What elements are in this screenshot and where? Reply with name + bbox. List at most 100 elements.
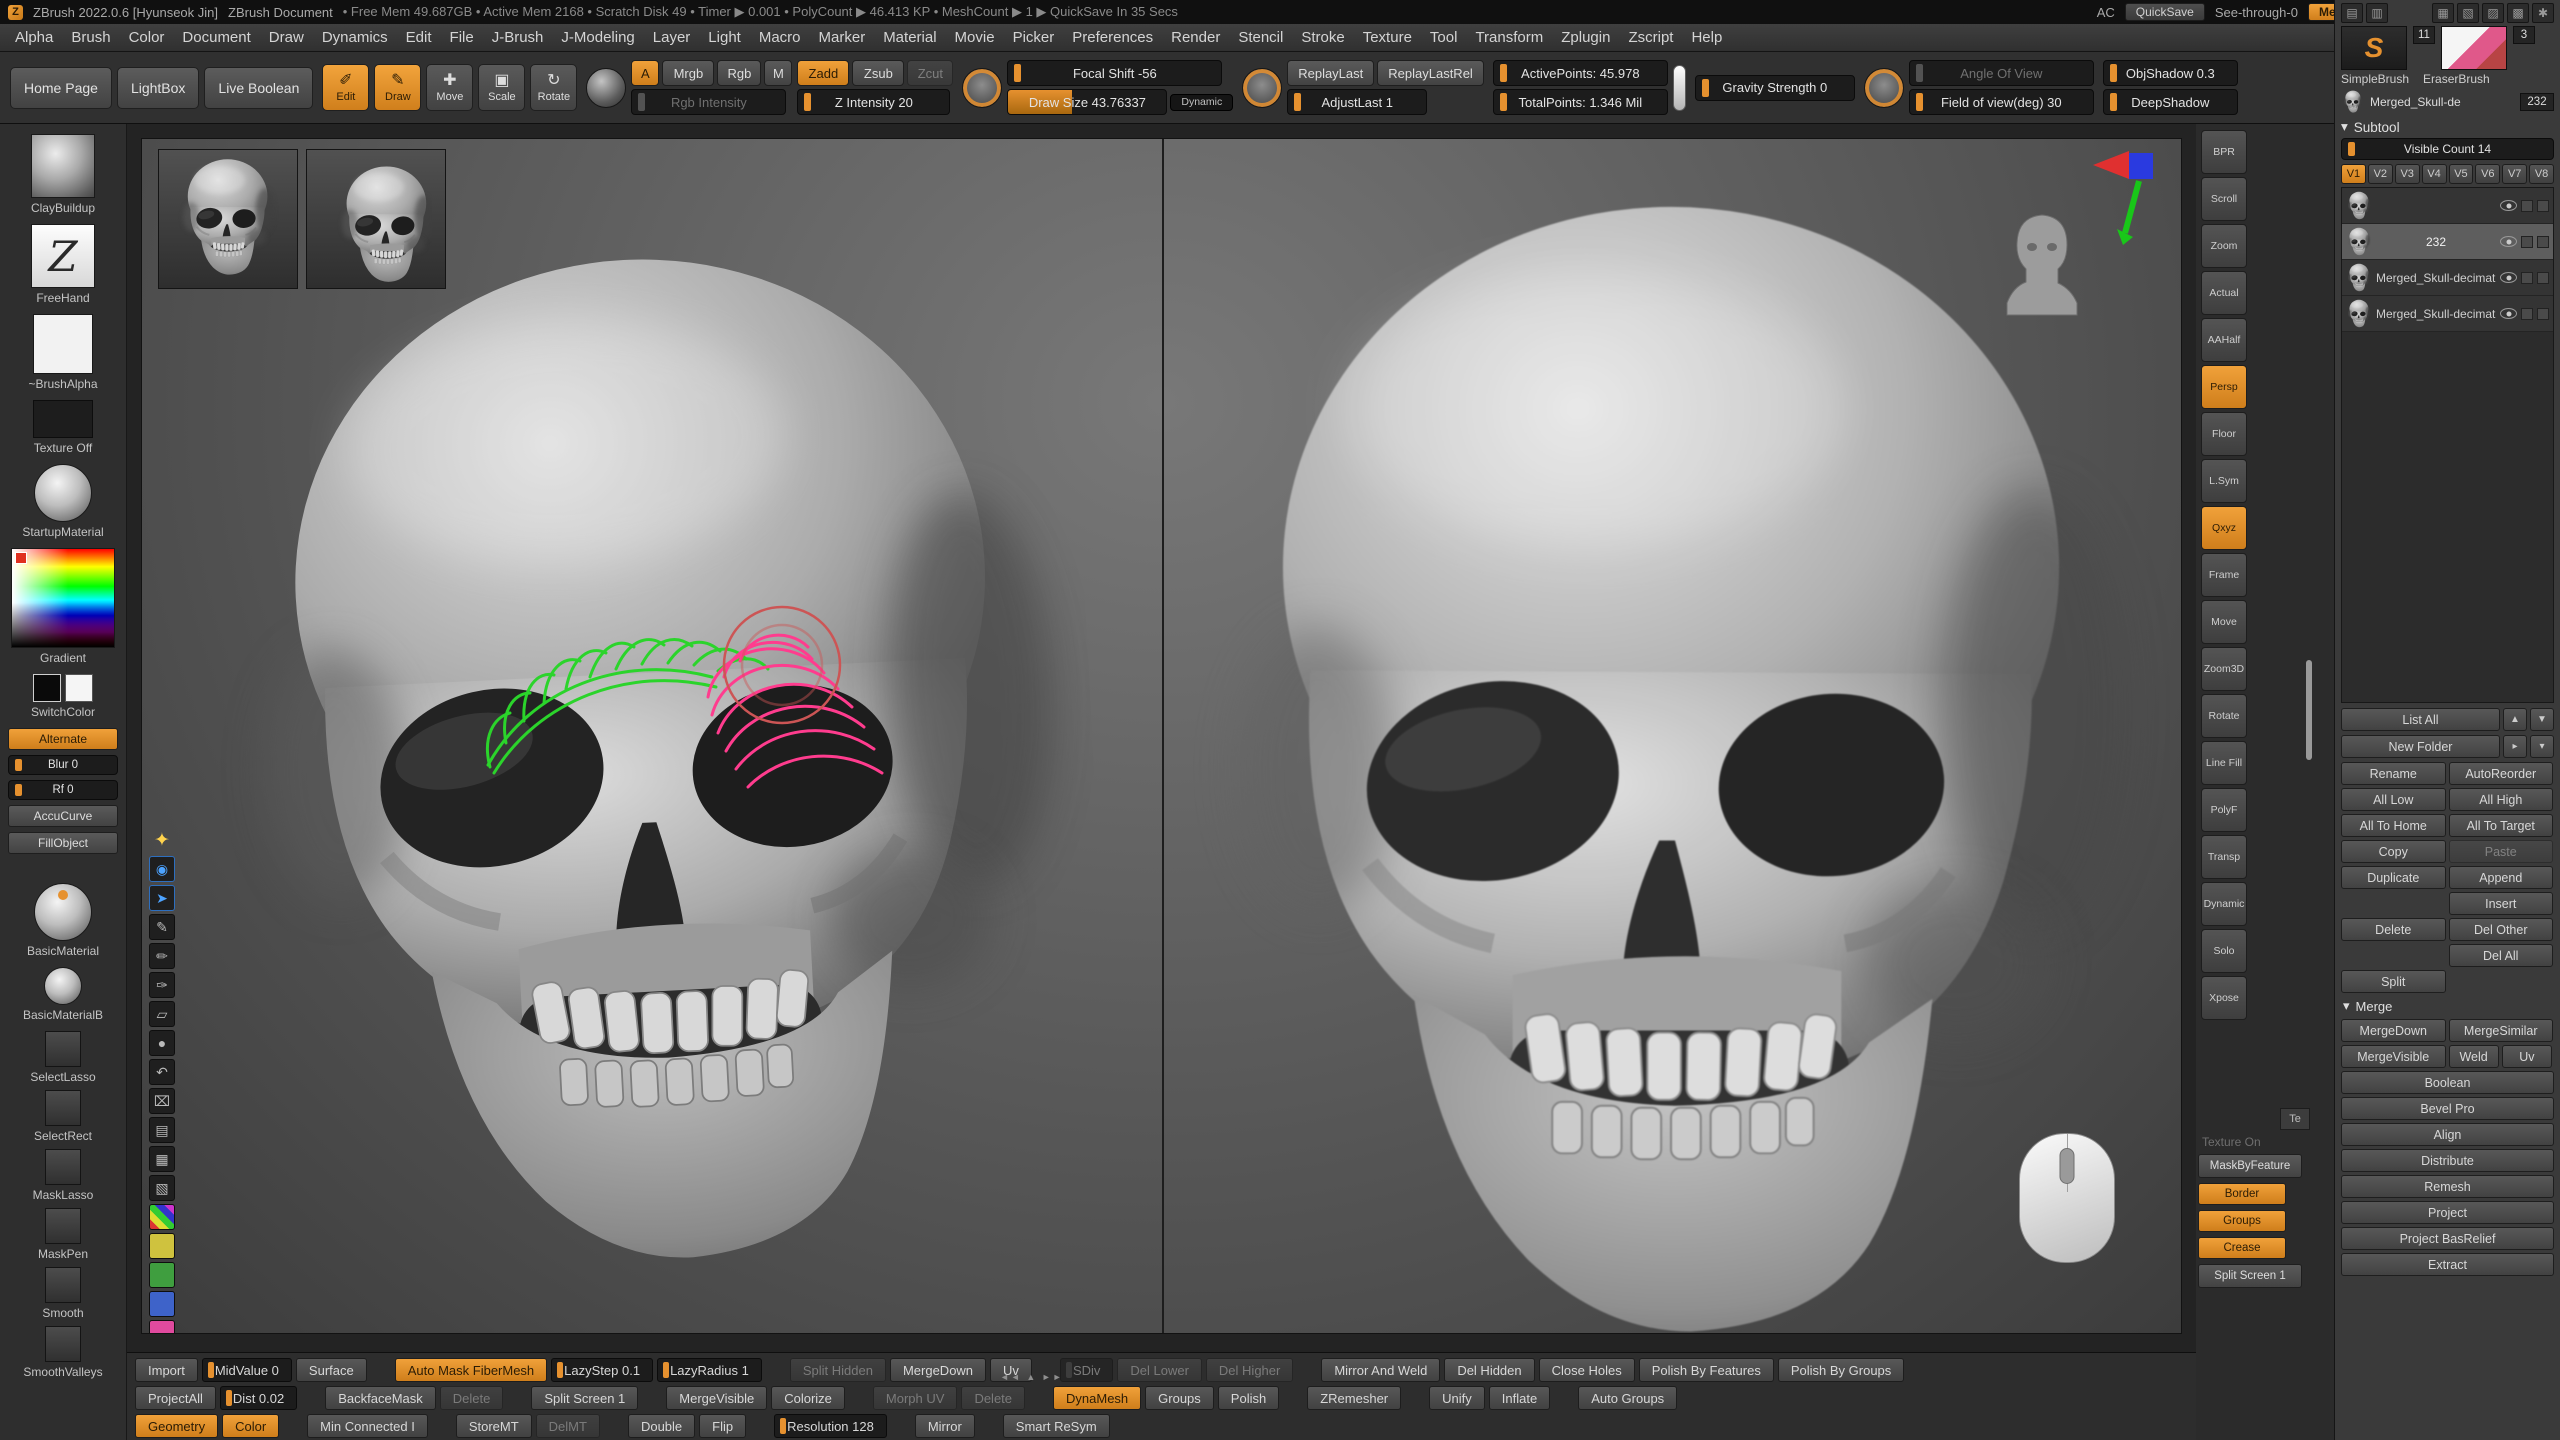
tray-button[interactable]: Smart ReSym: [1003, 1414, 1110, 1438]
menu-item[interactable]: Dynamics: [313, 24, 397, 51]
rgb-intensity-slider[interactable]: Rgb Intensity: [631, 89, 786, 115]
camera-preview-head[interactable]: [2001, 207, 2083, 319]
append-button[interactable]: Append: [2449, 866, 2554, 889]
tray-button[interactable]: Del Lower: [1117, 1358, 1202, 1382]
subtool-version-tab[interactable]: V5: [2449, 164, 2474, 184]
menu-item[interactable]: File: [441, 24, 483, 51]
uv-button[interactable]: Uv: [2502, 1045, 2552, 1068]
tray-button[interactable]: Mirror: [915, 1414, 975, 1438]
crease-button[interactable]: Crease: [2198, 1237, 2286, 1259]
current-tool-row[interactable]: Merged_Skull-de 232: [2341, 90, 2554, 114]
settings-icon[interactable]: ✱: [2532, 3, 2554, 23]
visibility-eye-icon[interactable]: [2500, 200, 2517, 211]
pencil-icon[interactable]: ✏: [149, 943, 175, 969]
new-folder-button[interactable]: New Folder: [2341, 735, 2500, 758]
document-viewport[interactable]: ✦◉➤✎✏✑▱●↶⌧▤▦▧: [141, 138, 2182, 1334]
menu-item[interactable]: Edit: [397, 24, 441, 51]
visibility-eye-icon[interactable]: [2500, 236, 2517, 247]
menu-item[interactable]: Brush: [62, 24, 119, 51]
viewport-button[interactable]: Line Fill: [2201, 741, 2247, 785]
tray-button[interactable]: Del Hidden: [1444, 1358, 1534, 1382]
tray-button[interactable]: DelMT: [536, 1414, 600, 1438]
viewport-button[interactable]: Dynamic: [2201, 882, 2247, 926]
delete-button[interactable]: Delete: [2341, 918, 2446, 941]
basic-material-thumbnail[interactable]: [34, 883, 92, 941]
alpha-thumbnail[interactable]: [33, 314, 93, 374]
boolean-button[interactable]: Boolean: [2341, 1071, 2554, 1094]
blur-slider[interactable]: Blur 0: [8, 755, 118, 775]
all-low-button[interactable]: All Low: [2341, 788, 2446, 811]
menu-item[interactable]: Light: [699, 24, 750, 51]
subtool-header[interactable]: ▾ Subtool: [2341, 119, 2554, 135]
field-of-view-slider[interactable]: Field of view(deg) 30: [1909, 89, 2094, 115]
alpha-slot-icon[interactable]: ▥: [2366, 3, 2388, 23]
points-scrub-slider[interactable]: [1673, 65, 1686, 111]
eraserbrush-thumbnail[interactable]: [2441, 26, 2507, 70]
menu-item[interactable]: Color: [120, 24, 174, 51]
tray-button[interactable]: Double: [628, 1414, 695, 1438]
tray-button[interactable]: Inflate: [1489, 1386, 1550, 1410]
menu-item[interactable]: Preferences: [1063, 24, 1162, 51]
viewport-button[interactable]: Solo: [2201, 929, 2247, 973]
visibility-eye-icon[interactable]: [2500, 272, 2517, 283]
menu-item[interactable]: Movie: [946, 24, 1004, 51]
home-page-button[interactable]: Home Page: [10, 67, 112, 109]
subtool-mini-icon[interactable]: [2521, 272, 2533, 284]
all-to-home-button[interactable]: All To Home: [2341, 814, 2446, 837]
swatch-green-icon[interactable]: [149, 1262, 175, 1288]
tray-button[interactable]: Auto Groups: [1578, 1386, 1677, 1410]
angle-of-view-slider[interactable]: Angle Of View: [1909, 60, 2094, 86]
alpha-selector[interactable]: ~BrushAlpha: [28, 314, 97, 391]
alternate-button[interactable]: Alternate: [8, 728, 118, 750]
subtool-row[interactable]: 232: [2342, 224, 2553, 260]
visibility-eye-icon[interactable]: [2500, 308, 2517, 319]
viewport-button[interactable]: BPR: [2201, 130, 2247, 174]
panel-scrollbar[interactable]: [2306, 660, 2312, 760]
quick-brush-thumbnail[interactable]: [45, 1267, 81, 1303]
tray-button[interactable]: Morph UV: [873, 1386, 958, 1410]
menu-item[interactable]: Stroke: [1292, 24, 1353, 51]
doc-slot-2-icon[interactable]: ▧: [2457, 3, 2479, 23]
brush-icon[interactable]: ✑: [149, 972, 175, 998]
stroke-thumbnail[interactable]: Z: [31, 224, 95, 288]
replay-last-button[interactable]: ReplayLast: [1287, 60, 1374, 86]
printer-icon[interactable]: ▤: [149, 1117, 175, 1143]
menu-item[interactable]: Zplugin: [1552, 24, 1619, 51]
tray-button[interactable]: Del Higher: [1206, 1358, 1293, 1382]
quick-brush-thumbnail[interactable]: [45, 1149, 81, 1185]
viewport-button[interactable]: Move: [2201, 600, 2247, 644]
bevel-pro-button[interactable]: Bevel Pro: [2341, 1097, 2554, 1120]
move-up-button[interactable]: ▲: [2503, 708, 2527, 731]
extract-button[interactable]: Extract: [2341, 1253, 2554, 1276]
tray-button[interactable]: Auto Mask FiberMesh: [395, 1358, 547, 1382]
quick-brush-item[interactable]: MaskPen: [38, 1208, 88, 1261]
del-all-button[interactable]: Del All: [2449, 944, 2554, 967]
copy-button[interactable]: Copy: [2341, 840, 2446, 863]
tray-button[interactable]: LazyRadius 1: [657, 1358, 762, 1382]
viewport-button[interactable]: Actual: [2201, 271, 2247, 315]
quick-brush-thumbnail[interactable]: [45, 1031, 81, 1067]
tray-button[interactable]: Geometry: [135, 1414, 218, 1438]
quick-brush-item[interactable]: SelectLasso: [30, 1031, 95, 1084]
viewport-button[interactable]: Zoom3D: [2201, 647, 2247, 691]
duplicate-button[interactable]: Duplicate: [2341, 866, 2446, 889]
quick-brush-item[interactable]: Smooth: [42, 1267, 83, 1320]
insert-button[interactable]: Insert: [2449, 892, 2554, 915]
del-other-button[interactable]: Del Other: [2449, 918, 2554, 941]
m-button[interactable]: M: [764, 60, 792, 86]
accucurve-button[interactable]: AccuCurve: [8, 805, 118, 827]
swatch-blue-icon[interactable]: [149, 1291, 175, 1317]
dynamic-toggle[interactable]: Dynamic: [1170, 94, 1233, 111]
tray-button[interactable]: MidValue 0: [202, 1358, 292, 1382]
tray-button[interactable]: Groups: [1145, 1386, 1214, 1410]
tray-button[interactable]: Delete: [440, 1386, 504, 1410]
menu-item[interactable]: Layer: [644, 24, 700, 51]
subtool-version-tab[interactable]: V4: [2422, 164, 2447, 184]
brush-selector[interactable]: ClayBuildup: [31, 134, 95, 215]
menu-item[interactable]: Help: [1682, 24, 1731, 51]
paste-button[interactable]: Paste: [2449, 840, 2554, 863]
remesh-button[interactable]: Remesh: [2341, 1175, 2554, 1198]
stroke-replay-icon[interactable]: [1242, 68, 1282, 108]
switch-color[interactable]: SwitchColor: [31, 674, 95, 719]
viewport-button[interactable]: Floor: [2201, 412, 2247, 456]
